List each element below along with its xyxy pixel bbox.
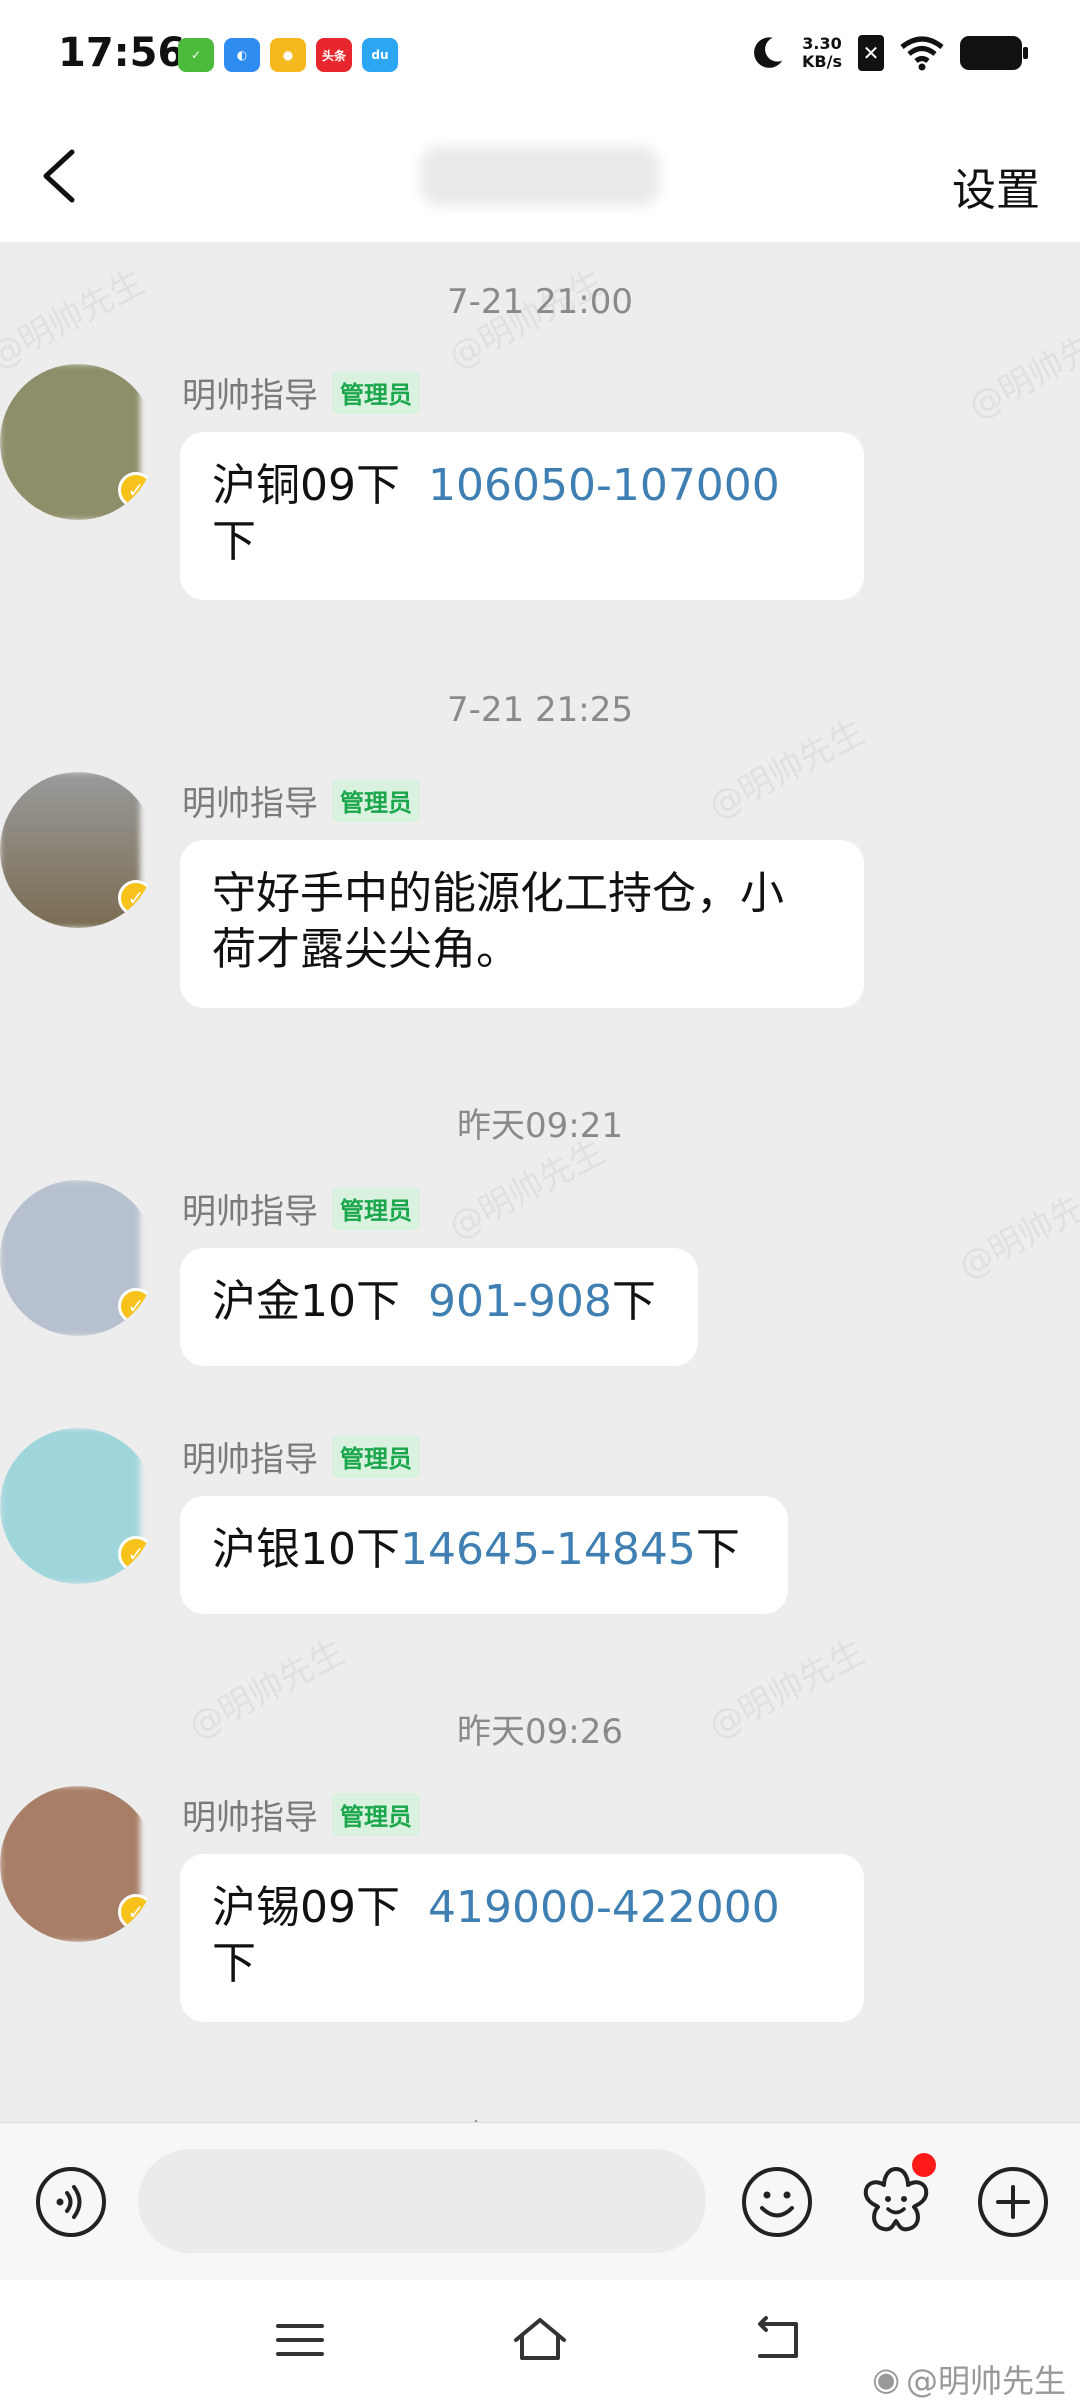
message-timestamp: 7-21 21:00 bbox=[447, 282, 633, 322]
blurred-group-title bbox=[420, 146, 660, 206]
sender-row: 明帅指导 管理员 bbox=[182, 1790, 420, 1839]
verified-badge-icon: ✓ bbox=[118, 880, 154, 916]
sender-name[interactable]: 明帅指导 bbox=[182, 776, 318, 825]
du-icon: du bbox=[362, 38, 398, 72]
do-not-disturb-moon-icon bbox=[754, 37, 783, 68]
chat-message: ✓ 明帅指导 管理员 沪铜09下 106050-107000 下 bbox=[0, 364, 1080, 604]
notification-dot bbox=[912, 2153, 936, 2177]
status-app-icons: ✓ ◐ ● 头条 du bbox=[178, 38, 398, 72]
chat-message: ✓ 明帅指导 管理员 沪金10下 901-908下 bbox=[0, 1180, 1080, 1366]
weibo-logo-icon: ◉ bbox=[872, 2360, 900, 2398]
home-icon[interactable] bbox=[510, 2310, 570, 2370]
network-speed: 3.30 KB/s bbox=[802, 35, 842, 71]
message-text-line1: 守好手中的能源化工持仓，小 bbox=[212, 868, 784, 919]
message-text: 沪银10下 bbox=[212, 1524, 400, 1575]
baidu-netdisk-icon: ◐ bbox=[224, 38, 260, 72]
chat-message: ✓ 明帅指导 管理员 沪银10下14645-14845下 bbox=[0, 1428, 1080, 1614]
verified-badge-icon: ✓ bbox=[118, 1894, 154, 1930]
todo-app-icon: ✓ bbox=[178, 38, 214, 72]
more-plus-icon[interactable] bbox=[976, 2165, 1050, 2239]
avatar[interactable]: ✓ bbox=[0, 772, 156, 928]
admin-badge: 管理员 bbox=[332, 1435, 420, 1478]
avatar[interactable]: ✓ bbox=[0, 1786, 156, 1942]
emoji-icon[interactable] bbox=[740, 2165, 814, 2239]
weibo-icon: ● bbox=[270, 38, 306, 72]
sender-name[interactable]: 明帅指导 bbox=[182, 1432, 318, 1481]
verified-badge-icon: ✓ bbox=[118, 1536, 154, 1572]
message-bubble[interactable]: 守好手中的能源化工持仓，小 荷才露尖尖角。 bbox=[180, 840, 864, 1008]
sender-name[interactable]: 明帅指导 bbox=[182, 368, 318, 417]
back-nav-icon[interactable] bbox=[750, 2310, 810, 2370]
wifi-icon bbox=[900, 36, 944, 71]
chat-message-list[interactable]: @明帅先生 @明帅先生 @明帅先生 @明帅先生 @明帅先生 @明帅先生 @明帅先… bbox=[0, 242, 1080, 2122]
message-timestamp: 昨天09:21 bbox=[457, 1106, 623, 1146]
sender-row: 明帅指导 管理员 bbox=[182, 776, 420, 825]
status-indicators: 3.30 KB/s ✕ bbox=[748, 34, 1028, 72]
message-text: 沪铜09下 bbox=[212, 460, 400, 511]
source-mark-text: @明帅先生 bbox=[905, 2362, 1066, 2400]
message-input[interactable] bbox=[138, 2149, 706, 2253]
message-bubble[interactable]: 沪锡09下 419000-422000 下 bbox=[180, 1854, 864, 2022]
sender-row: 明帅指导 管理员 bbox=[182, 1184, 420, 1233]
message-text-suffix: 下 bbox=[695, 1524, 740, 1575]
chat-header: 设置 bbox=[0, 110, 1080, 242]
message-text: 沪锡09下 bbox=[212, 1882, 400, 1933]
sender-name[interactable]: 明帅指导 bbox=[182, 1184, 318, 1233]
verified-badge-icon: ✓ bbox=[118, 472, 154, 508]
message-timestamp: 7-21 21:25 bbox=[447, 690, 633, 730]
message-bubble[interactable]: 沪银10下14645-14845下 bbox=[180, 1496, 788, 1614]
avatar[interactable]: ✓ bbox=[0, 1180, 156, 1336]
admin-badge: 管理员 bbox=[332, 779, 420, 822]
settings-button[interactable]: 设置 bbox=[952, 154, 1040, 218]
admin-badge: 管理员 bbox=[332, 371, 420, 414]
admin-badge: 管理员 bbox=[332, 1793, 420, 1836]
sender-row: 明帅指导 管理员 bbox=[182, 1432, 420, 1481]
message-text: 沪金10下 bbox=[212, 1276, 400, 1327]
message-bubble[interactable]: 沪金10下 901-908下 bbox=[180, 1248, 698, 1366]
back-arrow-icon[interactable] bbox=[34, 146, 94, 206]
sender-name[interactable]: 明帅指导 bbox=[182, 1790, 318, 1839]
menu-icon[interactable] bbox=[270, 2310, 330, 2370]
message-bubble[interactable]: 沪铜09下 106050-107000 下 bbox=[180, 432, 864, 600]
message-timestamp: 昨天09:26 bbox=[457, 1712, 623, 1752]
admin-badge: 管理员 bbox=[332, 1187, 420, 1230]
network-speed-value: 3.30 bbox=[802, 34, 842, 53]
message-text-suffix: 下 bbox=[212, 1938, 256, 1989]
chat-message: ✓ 明帅指导 管理员 沪锡09下 419000-422000 下 bbox=[0, 1786, 1080, 2026]
message-text-line2: 荷才露尖尖角。 bbox=[212, 924, 520, 975]
price-range-link[interactable]: 901-908 bbox=[428, 1276, 612, 1327]
status-bar: 17:56 ✓ ◐ ● 头条 du 3.30 KB/s ✕ bbox=[0, 0, 1080, 110]
toutiao-icon: 头条 bbox=[316, 38, 352, 72]
message-text-suffix: 下 bbox=[212, 516, 256, 567]
voice-input-icon[interactable] bbox=[34, 2165, 108, 2239]
message-text-suffix: 下 bbox=[611, 1276, 656, 1327]
message-input-bar bbox=[0, 2122, 1080, 2280]
chat-message: ✓ 明帅指导 管理员 守好手中的能源化工持仓，小 荷才露尖尖角。 bbox=[0, 772, 1080, 1012]
weibo-source-watermark: ◉ @明帅先生 bbox=[872, 2356, 1066, 2400]
avatar[interactable]: ✓ bbox=[0, 1428, 156, 1584]
sender-row: 明帅指导 管理员 bbox=[182, 368, 420, 417]
message-timestamp-partial: 昨天10:04 bbox=[0, 2110, 1080, 2122]
status-time: 17:56 bbox=[58, 30, 186, 76]
price-range-link[interactable]: 106050-107000 bbox=[428, 460, 780, 511]
no-sim-icon: ✕ bbox=[858, 35, 884, 71]
price-range-link[interactable]: 419000-422000 bbox=[428, 1882, 780, 1933]
avatar[interactable]: ✓ bbox=[0, 364, 156, 520]
price-range-link[interactable]: 14645-14845 bbox=[400, 1524, 696, 1575]
verified-badge-icon: ✓ bbox=[118, 1288, 154, 1324]
battery-icon bbox=[960, 36, 1028, 70]
network-speed-unit: KB/s bbox=[802, 52, 842, 71]
